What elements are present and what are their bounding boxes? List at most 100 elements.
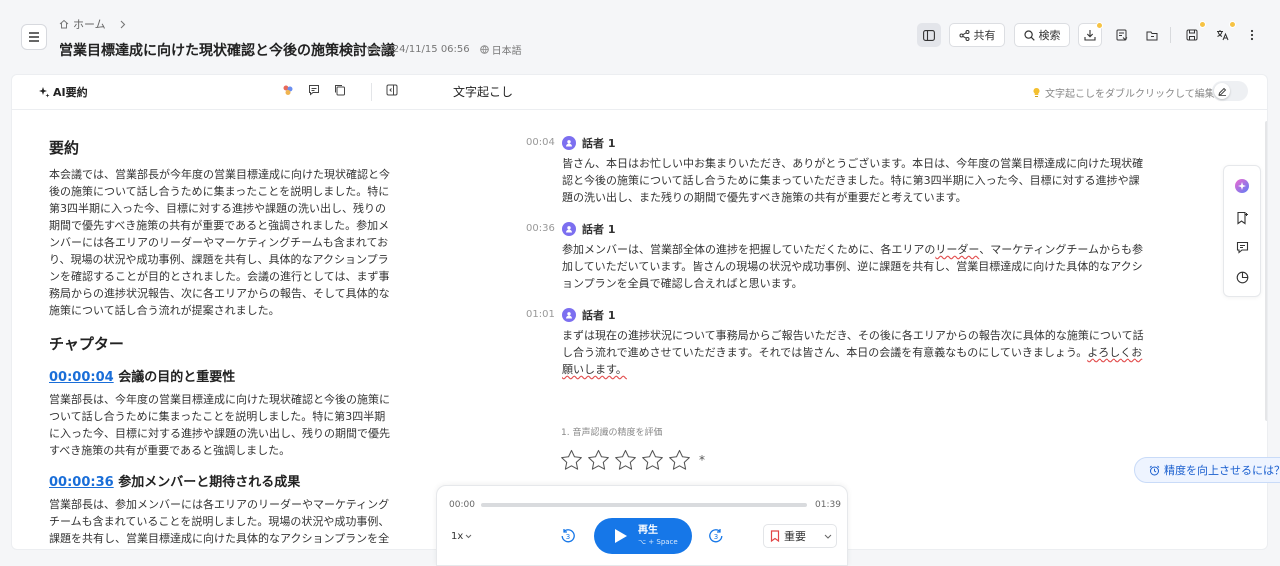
pencil-icon xyxy=(1214,83,1230,99)
ai-summary-title: AI要約 xyxy=(38,84,88,100)
home-icon xyxy=(59,19,69,29)
important-label: 重要 xyxy=(784,530,806,543)
chapter-timestamp-link[interactable]: 00:00:36 xyxy=(49,475,114,490)
progress-track[interactable] xyxy=(481,503,807,507)
lightbulb-icon xyxy=(1032,87,1041,98)
entry-timestamp[interactable]: 00:04 xyxy=(526,137,555,148)
skip-back-seconds: 3 xyxy=(566,533,570,541)
playback-speed-select[interactable]: 1x xyxy=(451,531,472,542)
star-1[interactable] xyxy=(560,449,583,471)
meeting-meta: 2024/11/15 06:56 日本語 xyxy=(368,42,522,57)
play-icon xyxy=(614,528,628,544)
speaker-label[interactable]: 話者 1 xyxy=(562,221,615,237)
search-button[interactable]: 検索 xyxy=(1014,23,1070,47)
globe-icon xyxy=(479,45,489,54)
star-rating[interactable]: * xyxy=(560,449,705,471)
search-label: 検索 xyxy=(1038,29,1061,42)
translate-icon xyxy=(1216,29,1229,41)
edit-hint: 文字起こしをダブルクリックして編集 xyxy=(1032,85,1215,100)
download-button[interactable] xyxy=(1078,22,1103,47)
header: ホーム 営業目標達成に向けた現状確認と今後の施策検討会議 2024/11/15 … xyxy=(0,0,1280,72)
panel-separator xyxy=(12,109,1267,110)
play-shortcut: ⌥ + Space xyxy=(638,538,678,546)
summary-heading: 要約 xyxy=(49,139,80,157)
entry-timestamp[interactable]: 00:36 xyxy=(526,223,555,234)
notification-badge xyxy=(1096,22,1103,29)
fast-forward-icon: 3 xyxy=(709,529,723,543)
improve-accuracy-button[interactable]: 精度を向上させるには？ xyxy=(1134,457,1280,483)
more-options-button[interactable] xyxy=(1240,23,1264,47)
chapter-item: 00:00:04 会議の目的と重要性 営業部長は、今年度の営業目標達成に向けた現… xyxy=(49,366,395,459)
speaker-label[interactable]: 話者 1 xyxy=(562,135,615,151)
transcript-title: 文字起こし xyxy=(453,85,514,99)
play-button[interactable]: 再生 ⌥ + Space xyxy=(594,518,692,554)
chapter-title: 会議の目的と重要性 xyxy=(118,370,236,385)
transcript-entry[interactable]: 00:04 話者 1 皆さん、本日はお忙しい中お集まりいただき、ありがとうござい… xyxy=(526,135,1148,207)
meeting-language: 日本語 xyxy=(491,46,522,57)
calendar-icon xyxy=(368,45,377,54)
chapter-title: 参加メンバーと期待される成果 xyxy=(118,475,301,490)
transcript-entry[interactable]: 00:36 話者 1 参加メンバーは、営業部全体の進捗を把握していただくために、… xyxy=(526,221,1148,293)
menu-button[interactable] xyxy=(21,24,47,50)
more-vertical-icon xyxy=(1250,29,1254,41)
right-toolbar xyxy=(1223,165,1261,297)
export-button[interactable] xyxy=(1110,23,1134,47)
alarm-icon xyxy=(1149,465,1160,476)
entry-text[interactable]: 参加メンバーは、営業部全体の進捗を把握していただくために、各エリアのリーダー、マ… xyxy=(562,241,1148,292)
transcript-entry[interactable]: 01:01 話者 1 まずは現在の進捗状況について事務局からご報告いただき、その… xyxy=(526,307,1148,379)
summary-content: 要約 本会議では、営業部長が今年度の営業目標達成に向けた現状確認と今後の施策につ… xyxy=(49,137,395,549)
main-panel: AI要約 文字起こし 文字起こしをダブルクリックして編集 要約 本会議では、営業… xyxy=(11,74,1268,550)
entry-text[interactable]: 皆さん、本日はお忙しい中お集まりいただき、ありがとうございます。本日は、今年度の… xyxy=(562,155,1148,206)
star-3[interactable] xyxy=(614,449,637,471)
notification-badge xyxy=(1229,21,1236,28)
star-2[interactable] xyxy=(587,449,610,471)
chapters-heading: チャプター xyxy=(49,335,124,353)
chevron-down-icon xyxy=(465,534,472,539)
layout-toggle-button[interactable] xyxy=(917,23,941,47)
hamburger-icon xyxy=(28,32,40,42)
folder-button[interactable] xyxy=(1140,23,1164,47)
comment-icon[interactable] xyxy=(308,84,320,96)
comment-icon[interactable] xyxy=(1236,241,1249,254)
breadcrumb: ホーム xyxy=(59,16,126,32)
required-asterisk: * xyxy=(699,453,705,467)
search-icon xyxy=(1023,29,1035,41)
layout-icon xyxy=(923,29,935,41)
summary-toolbar xyxy=(282,84,346,96)
collapse-panel-button[interactable] xyxy=(386,84,398,96)
scrollbar[interactable] xyxy=(1265,121,1267,421)
summary-text: 本会議では、営業部長が今年度の営業目標達成に向けた現状確認と今後の施策について話… xyxy=(49,168,390,317)
meeting-date: 2024/11/15 06:56 xyxy=(380,44,470,55)
document-export-icon xyxy=(1116,29,1128,41)
star-4[interactable] xyxy=(641,449,664,471)
chapter-item: 00:00:36 参加メンバーと期待される成果 営業部長は、参加メンバーには各エ… xyxy=(49,471,395,549)
entry-text[interactable]: まずは現在の進捗状況について事務局からご報告いただき、その後に各エリアからの報告… xyxy=(562,327,1148,378)
chevron-right-icon xyxy=(120,20,126,29)
speaker-avatar-icon xyxy=(562,136,576,150)
skip-back-button[interactable]: 3 xyxy=(560,528,576,544)
chapter-timestamp-link[interactable]: 00:00:04 xyxy=(49,370,114,385)
important-bookmark-button[interactable]: 重要 xyxy=(763,524,837,548)
bookmark-add-icon[interactable] xyxy=(1236,211,1249,225)
skip-forward-seconds: 3 xyxy=(714,533,718,541)
share-button[interactable]: 共有 xyxy=(949,23,1005,47)
chapter-text: 営業部長は、参加メンバーには各エリアのリーダーやマーケティングチームも含まれてい… xyxy=(49,498,390,545)
page-title: 営業目標達成に向けた現状確認と今後の施策検討会議 xyxy=(59,43,395,59)
ai-assistant-icon[interactable] xyxy=(1234,178,1250,194)
breadcrumb-home[interactable]: ホーム xyxy=(73,16,106,32)
star-5[interactable] xyxy=(668,449,691,471)
pie-chart-icon[interactable] xyxy=(1236,271,1249,284)
collapse-icon xyxy=(386,84,398,96)
entry-timestamp[interactable]: 01:01 xyxy=(526,309,555,320)
save-button[interactable] xyxy=(1180,21,1206,47)
speaker-label[interactable]: 話者 1 xyxy=(562,307,615,323)
speaker-avatar-icon xyxy=(562,222,576,236)
skip-forward-button[interactable]: 3 xyxy=(708,528,724,544)
copy-icon[interactable] xyxy=(334,84,346,96)
translate-button[interactable] xyxy=(1210,21,1236,47)
notification-badge xyxy=(1199,21,1206,28)
edit-mode-toggle[interactable] xyxy=(1212,81,1248,101)
audio-player: 00:00 01:39 1x 3 再生 ⌥ + Space 3 重要 xyxy=(436,485,848,566)
mindmap-icon[interactable] xyxy=(282,84,294,96)
rating-label: 1. 音声認識の精度を評価 xyxy=(561,428,663,438)
